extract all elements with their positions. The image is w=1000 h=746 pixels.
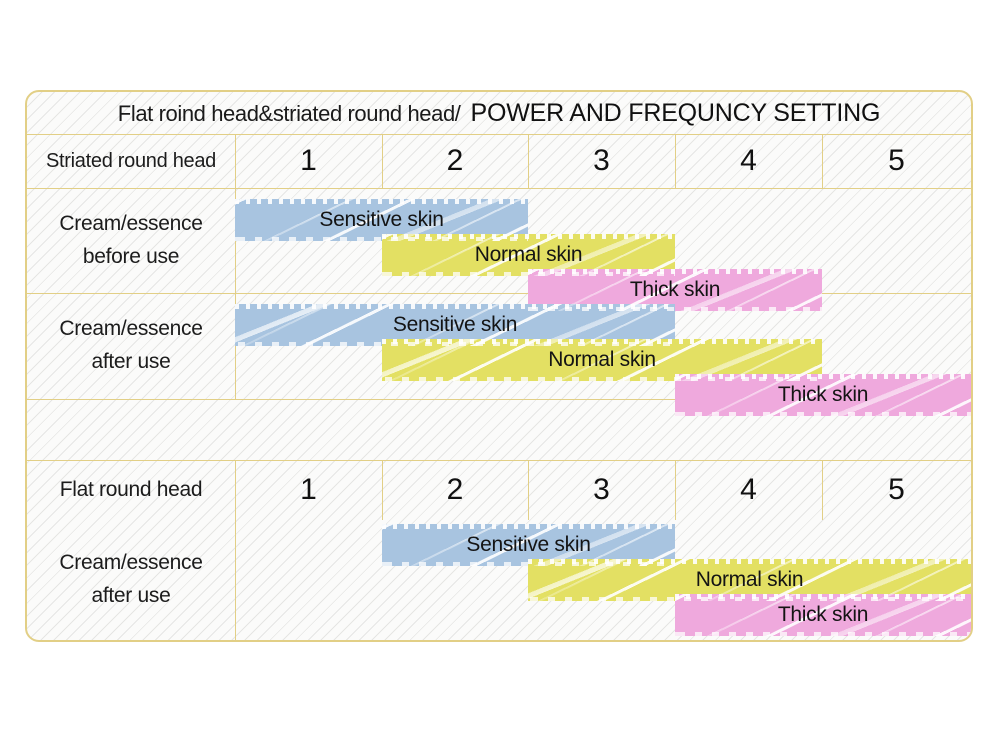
row-label-text: Flat round head — [59, 477, 203, 501]
power-level-value: 3 — [593, 144, 610, 177]
row-label-line2: before use — [82, 244, 180, 268]
power-level-striated-3: 3 — [528, 134, 675, 188]
row-label-cream-after-use-striated: Cream/essence after use — [27, 293, 235, 399]
bar-label: Thick skin — [629, 278, 721, 301]
row-label-cream-before-use: Cream/essence before use — [27, 188, 235, 293]
power-level-value: 2 — [446, 144, 464, 177]
bar-thick-skin-row2: Thick skin — [675, 374, 971, 416]
row-label-line1: Cream/essence — [59, 551, 203, 575]
power-level-striated-1: 1 — [235, 134, 382, 188]
bar-label: Sensitive skin — [466, 533, 591, 556]
power-level-value: 2 — [446, 473, 464, 506]
bar-thick-skin-row3: Thick skin — [675, 594, 971, 636]
bar-label: Normal skin — [695, 568, 804, 591]
row-label-striated-round-head: Striated round head — [27, 134, 235, 188]
bar-label: Normal skin — [548, 348, 656, 371]
row-label-text: Striated round head — [46, 149, 216, 172]
power-level-striated-5: 5 — [822, 134, 971, 188]
power-level-flat-1: 1 — [235, 460, 382, 520]
power-level-value: 1 — [300, 144, 317, 177]
power-level-value: 5 — [888, 473, 905, 506]
bar-label: Thick skin — [777, 603, 869, 626]
table-title-subject: Flat roind head&striated round head/ — [117, 100, 461, 126]
power-level-value: 5 — [888, 144, 905, 177]
power-level-value: 4 — [740, 473, 757, 506]
power-level-value: 4 — [740, 144, 757, 177]
table-title: Flat roind head&striated round head/ POW… — [27, 92, 971, 135]
power-level-striated-4: 4 — [675, 134, 822, 188]
power-level-value: 3 — [593, 473, 610, 506]
power-level-value: 1 — [300, 473, 317, 506]
row-label-cream-after-use-flat: Cream/essence after use — [27, 520, 235, 640]
table-title-main: POWER AND FREQUNCY SETTING — [470, 99, 881, 127]
power-level-striated-2: 2 — [382, 134, 528, 188]
vdiv-body3 — [235, 520, 236, 640]
bar-label: Sensitive skin — [319, 208, 444, 231]
row-label-line1: Cream/essence — [59, 211, 203, 235]
power-frequency-table: Flat roind head&striated round head/ POW… — [25, 90, 973, 642]
power-level-flat-2: 2 — [382, 460, 528, 520]
bar-label: Sensitive skin — [392, 313, 518, 336]
row-label-flat-round-head: Flat round head — [27, 460, 235, 520]
power-level-flat-3: 3 — [528, 460, 675, 520]
row-label-line2: after use — [91, 350, 171, 373]
bar-label: Thick skin — [777, 383, 869, 406]
power-level-flat-5: 5 — [822, 460, 971, 520]
row-label-line2: after use — [91, 584, 171, 607]
page-root: Flat roind head&striated round head/ POW… — [0, 0, 1000, 746]
bar-label: Normal skin — [474, 243, 583, 266]
row-label-line1: Cream/essence — [59, 317, 203, 341]
power-level-flat-4: 4 — [675, 460, 822, 520]
